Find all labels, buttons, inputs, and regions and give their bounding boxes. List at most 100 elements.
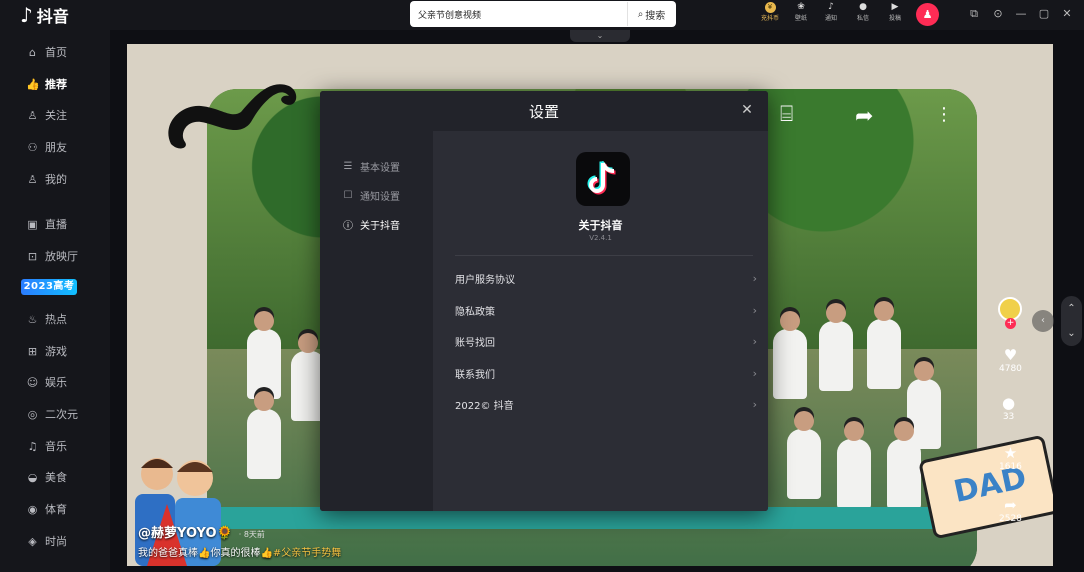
message-icon: ●	[859, 2, 867, 12]
tab-label: 基本设置	[360, 162, 400, 174]
more-vertical-icon[interactable]: ⋮	[935, 104, 953, 125]
upload-label: 投稿	[888, 15, 901, 22]
sidebar-item-me[interactable]: ♙ 我的	[26, 168, 67, 190]
info-icon: ⓘ	[343, 220, 353, 232]
sidebar-item-theater[interactable]: ⊡ 放映厅	[26, 245, 78, 267]
sidebar-item-label: 游戏	[45, 345, 67, 358]
friends-icon: ⚇	[27, 140, 38, 154]
search-button[interactable]: ⌕ 搜索	[627, 2, 675, 26]
previous-video-icon[interactable]: ⌃	[1061, 296, 1082, 321]
message-button[interactable]: ● 私信	[848, 2, 878, 22]
video-time: · 8天前	[238, 530, 265, 539]
row-user-agreement[interactable]: 用户服务协议 ›	[455, 268, 757, 288]
about-app-name: 关于抖音	[578, 219, 623, 232]
sidebar-item-fashion[interactable]: ◈ 时尚	[26, 530, 67, 552]
comment-button[interactable]: ● 33	[1002, 394, 1015, 422]
comment-icon: ●	[1002, 394, 1016, 412]
video-caption: @赫萝YOYO🌻 · 8天前 我的爸爸真棒👍你真的很棒👍#父亲节手势舞	[138, 522, 738, 559]
video-child-figure	[837, 421, 871, 509]
row-label: 账号找回	[455, 337, 495, 349]
like-button[interactable]: ♥ 4780	[999, 346, 1022, 374]
app-logo[interactable]: ♪ 抖音	[20, 3, 69, 27]
upload-button[interactable]: ▶ 投稿	[880, 2, 910, 22]
avatar[interactable]: ♟	[916, 3, 939, 26]
chevron-right-icon: ›	[752, 334, 757, 348]
flame-icon: ♨	[27, 312, 38, 326]
sidebar-item-label: 朋友	[45, 141, 67, 154]
gaokao-badge[interactable]: 2023高考	[21, 279, 77, 295]
gamepad-icon: ⊞	[27, 344, 38, 358]
sidebar-item-music[interactable]: ♫ 音乐	[26, 435, 67, 457]
tv-icon: ⊡	[27, 249, 38, 263]
sidebar-item-label: 直播	[45, 218, 67, 231]
search-button-label: 搜索	[645, 10, 666, 22]
share-icon: ➦	[1004, 496, 1017, 514]
video-child-figure	[887, 421, 921, 509]
share-arrow-icon[interactable]: ➦	[855, 104, 873, 129]
chevron-right-icon: ›	[752, 397, 757, 411]
notification-button[interactable]: ♪ 通知	[816, 2, 846, 22]
video-hashtag[interactable]: #父亲节手势舞	[273, 548, 341, 559]
sidebar-item-label: 放映厅	[45, 250, 78, 263]
sidebar-item-recommend[interactable]: 👍 推荐	[26, 73, 67, 95]
next-video-icon[interactable]: ⌄	[1061, 321, 1082, 346]
row-privacy-policy[interactable]: 隐私政策 ›	[455, 300, 757, 320]
notify-icon: ☐	[343, 189, 353, 201]
camera-icon[interactable]: ⌸	[780, 102, 793, 127]
sidebar-item-label: 音乐	[45, 440, 67, 453]
row-copyright[interactable]: 2022© 抖音 ›	[455, 394, 757, 414]
prev-video-pill[interactable]: ‹	[1032, 310, 1054, 332]
smile-icon: ☺	[26, 375, 39, 389]
settings-icon[interactable]: ⊙	[990, 6, 1006, 22]
sidebar-item-hot[interactable]: ♨ 热点	[26, 308, 67, 330]
video-child-figure	[907, 361, 941, 449]
row-account-recovery[interactable]: 账号找回 ›	[455, 331, 757, 351]
about-app-version: V2.4.1	[589, 234, 612, 242]
wallpaper-button[interactable]: ❀ 壁纸	[786, 2, 816, 22]
sidebar-item-live[interactable]: ▣ 直播	[26, 213, 67, 235]
food-icon: ◒	[27, 470, 38, 484]
dialog-header: 设置 ✕	[320, 91, 768, 131]
share-button[interactable]: ➦ 2528	[999, 496, 1022, 524]
settings-dialog: 设置 ✕ ☰ 基本设置 ☐ 通知设置 ⓘ 关于抖音 关于抖音 V2.4.1 用户…	[320, 91, 768, 511]
video-child-figure	[787, 411, 821, 499]
row-contact-us[interactable]: 联系我们 ›	[455, 363, 757, 383]
sidebar-item-entertainment[interactable]: ☺ 娱乐	[26, 371, 67, 393]
sidebar-item-home[interactable]: ⌂ 首页	[26, 41, 67, 63]
search-input[interactable]	[410, 2, 627, 26]
mustache-sticker	[168, 84, 297, 149]
video-author-name[interactable]: @赫萝YOYO🌻	[138, 526, 233, 541]
fashion-icon: ◈	[28, 534, 37, 548]
video-child-figure	[819, 303, 853, 391]
sidebar-item-games[interactable]: ⊞ 游戏	[26, 340, 67, 362]
screen-share-icon[interactable]: ⧉	[966, 6, 982, 22]
sidebar-item-friends[interactable]: ⚇ 朋友	[26, 136, 67, 158]
sidebar-item-food[interactable]: ◒ 美食	[26, 466, 67, 488]
sidebar: ♪ 抖音 ⌂ 首页 👍 推荐 ♙ 关注 ⚇ 朋友 ♙ 我的 ▣ 直播 ⊡ 放映厅 2023高考…	[0, 0, 110, 572]
tiktok-note-icon	[587, 161, 616, 195]
close-icon[interactable]: ✕	[738, 101, 756, 119]
maximize-icon[interactable]: ▢	[1036, 6, 1052, 22]
sidebar-item-anime[interactable]: ◎ 二次元	[26, 403, 78, 425]
heart-icon: ♥	[1003, 346, 1018, 364]
tab-label: 关于抖音	[360, 220, 400, 232]
tab-notification-settings[interactable]: ☐ 通知设置	[342, 186, 400, 204]
follow-plus-button[interactable]: +	[1005, 318, 1016, 329]
close-window-icon[interactable]: ✕	[1059, 6, 1075, 22]
notification-label: 通知	[824, 15, 837, 22]
sidebar-item-label: 时尚	[45, 535, 67, 548]
tab-about[interactable]: ⓘ 关于抖音	[342, 215, 400, 233]
collapse-topbar-button[interactable]: ⌄	[570, 30, 630, 42]
tab-basic-settings[interactable]: ☰ 基本设置	[342, 157, 400, 175]
sidebar-item-follow[interactable]: ♙ 关注	[26, 104, 67, 126]
chevron-right-icon: ›	[752, 303, 757, 317]
chevron-right-icon: ›	[752, 271, 757, 285]
minimize-icon[interactable]: —	[1013, 6, 1029, 22]
video-child-figure	[773, 311, 807, 399]
tiktok-app-icon	[576, 152, 630, 206]
sidebar-item-sports[interactable]: ◉ 体育	[26, 498, 67, 520]
favorite-button[interactable]: ★ 1616	[999, 444, 1022, 472]
recharge-label: 充抖币	[760, 15, 779, 22]
recharge-button[interactable]: ¥ 充抖币	[755, 2, 785, 22]
sidebar-item-label: 体育	[45, 503, 67, 516]
